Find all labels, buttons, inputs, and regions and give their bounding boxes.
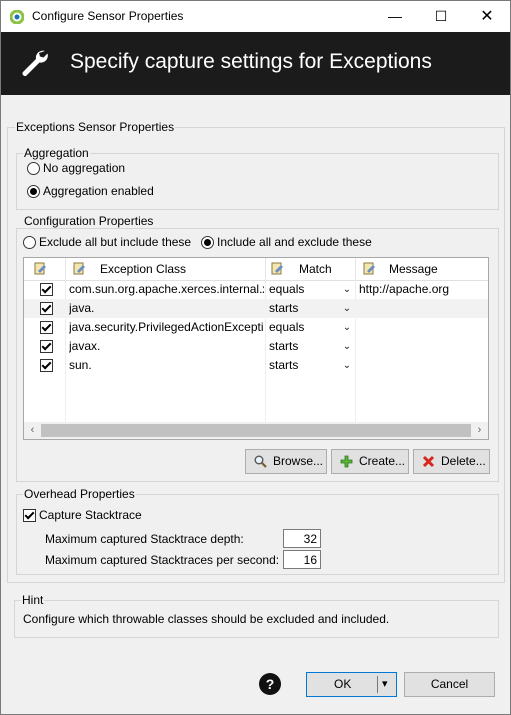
message-cell[interactable]: http://apache.org — [359, 280, 487, 299]
match-cell[interactable]: starts — [269, 299, 339, 318]
column-header-match[interactable]: Match — [265, 258, 356, 280]
browse-button-label: Browse... — [273, 454, 324, 468]
window-title: Configure Sensor Properties — [32, 9, 184, 23]
table-row[interactable]: javax. starts ⌄ — [24, 337, 488, 356]
chevron-down-icon[interactable]: ⌄ — [341, 356, 353, 375]
match-cell[interactable]: starts — [269, 356, 339, 375]
wrench-icon — [22, 50, 48, 76]
exclude-all-label[interactable]: Exclude all but include these — [39, 235, 191, 249]
message-cell[interactable] — [359, 299, 487, 318]
chevron-down-icon[interactable]: ⌄ — [341, 318, 353, 337]
create-button-label: Create... — [359, 454, 406, 468]
scroll-left-icon[interactable]: ‹ — [24, 422, 41, 439]
browse-button[interactable]: Browse... — [245, 449, 327, 474]
row-enabled-checkbox[interactable] — [40, 340, 53, 353]
message-cell[interactable] — [359, 356, 487, 375]
chevron-down-icon[interactable]: ⌄ — [341, 337, 353, 356]
scroll-right-icon[interactable]: › — [471, 422, 488, 439]
title-bar[interactable]: Configure Sensor Properties — ☐ ✕ — [1, 1, 510, 32]
column-header-message[interactable]: Message — [355, 258, 488, 280]
column-edit-icon — [34, 262, 46, 275]
table-header: Exception Class Match Message — [24, 258, 488, 281]
ok-button[interactable]: OK ▾ — [306, 672, 397, 697]
message-cell[interactable] — [359, 337, 487, 356]
magnifier-icon — [254, 455, 267, 468]
row-enabled-checkbox[interactable] — [40, 302, 53, 315]
configuration-legend: Configuration Properties — [23, 214, 155, 228]
exception-class-cell[interactable]: com.sun.org.apache.xerces.internal.xr — [69, 280, 264, 299]
split-divider — [377, 676, 378, 693]
column-header-exception-class[interactable]: Exception Class — [65, 258, 266, 280]
chevron-down-icon[interactable]: ⌄ — [341, 299, 353, 318]
capture-stacktrace-label[interactable]: Capture Stacktrace — [39, 508, 142, 522]
per-second-label: Maximum captured Stacktraces per second: — [45, 553, 280, 567]
delete-button-label: Delete... — [441, 454, 486, 468]
match-cell[interactable]: starts — [269, 337, 339, 356]
delete-button[interactable]: Delete... — [413, 449, 490, 474]
table-row[interactable]: java.security.PrivilegedActionExceptic e… — [24, 318, 488, 337]
no-aggregation-label[interactable]: No aggregation — [43, 161, 125, 175]
column-header-enabled[interactable] — [24, 258, 66, 280]
chevron-down-icon[interactable]: ⌄ — [341, 280, 353, 299]
exclude-all-radio[interactable] — [23, 236, 36, 249]
match-cell[interactable]: equals — [269, 318, 339, 337]
match-cell[interactable]: equals — [269, 280, 339, 299]
hint-text: Configure which throwable classes should… — [23, 612, 390, 626]
table-row[interactable]: java. starts ⌄ — [24, 299, 488, 318]
page-title: Specify capture settings for Exceptions — [70, 50, 432, 73]
horizontal-scrollbar[interactable]: ‹ › — [24, 422, 488, 439]
ok-dropdown-arrow-icon[interactable]: ▾ — [382, 673, 388, 696]
column-edit-icon — [73, 262, 85, 275]
include-all-radio[interactable] — [201, 236, 214, 249]
column-edit-icon — [363, 262, 375, 275]
no-aggregation-radio[interactable] — [27, 162, 40, 175]
exceptions-table[interactable]: Exception Class Match Message com.sun.or… — [23, 257, 489, 440]
ok-button-label: OK — [334, 677, 352, 691]
row-enabled-checkbox[interactable] — [40, 321, 53, 334]
create-button[interactable]: Create... — [331, 449, 409, 474]
help-icon[interactable]: ? — [259, 673, 281, 695]
stacktrace-depth-input[interactable]: 32 — [283, 529, 321, 548]
delete-x-icon — [422, 455, 435, 468]
exception-class-header-label: Exception Class — [100, 262, 187, 276]
column-edit-icon — [271, 262, 283, 275]
exception-class-cell[interactable]: sun. — [69, 356, 264, 375]
overhead-legend: Overhead Properties — [23, 487, 136, 501]
table-row[interactable]: sun. starts ⌄ — [24, 356, 488, 375]
app-logo-icon — [10, 10, 24, 24]
exception-class-cell[interactable]: java.security.PrivilegedActionExceptic — [69, 318, 264, 337]
match-header-label: Match — [299, 262, 332, 276]
message-cell[interactable] — [359, 318, 487, 337]
maximize-button[interactable]: ☐ — [418, 1, 464, 32]
aggregation-enabled-radio[interactable] — [27, 185, 40, 198]
plus-icon — [340, 455, 353, 468]
cancel-button[interactable]: Cancel — [404, 672, 495, 697]
dialog-window: Configure Sensor Properties — ☐ ✕ Specif… — [0, 0, 511, 715]
aggregation-enabled-label[interactable]: Aggregation enabled — [43, 184, 154, 198]
message-header-label: Message — [389, 262, 438, 276]
minimize-button[interactable]: — — [372, 1, 418, 32]
hint-legend: Hint — [21, 593, 45, 607]
table-row[interactable]: com.sun.org.apache.xerces.internal.xr eq… — [24, 280, 488, 299]
capture-stacktrace-checkbox[interactable] — [23, 509, 36, 522]
row-enabled-checkbox[interactable] — [40, 359, 53, 372]
exceptions-sensor-legend: Exceptions Sensor Properties — [15, 120, 176, 134]
header-banner: Specify capture settings for Exceptions — [1, 32, 510, 95]
close-button[interactable]: ✕ — [464, 1, 510, 32]
scrollbar-thumb[interactable] — [41, 424, 471, 437]
exception-class-cell[interactable]: java. — [69, 299, 264, 318]
depth-label: Maximum captured Stacktrace depth: — [45, 532, 244, 546]
aggregation-legend: Aggregation — [23, 146, 90, 160]
exception-class-cell[interactable]: javax. — [69, 337, 264, 356]
include-all-label[interactable]: Include all and exclude these — [217, 235, 372, 249]
row-enabled-checkbox[interactable] — [40, 283, 53, 296]
stacktraces-per-second-input[interactable]: 16 — [283, 550, 321, 569]
